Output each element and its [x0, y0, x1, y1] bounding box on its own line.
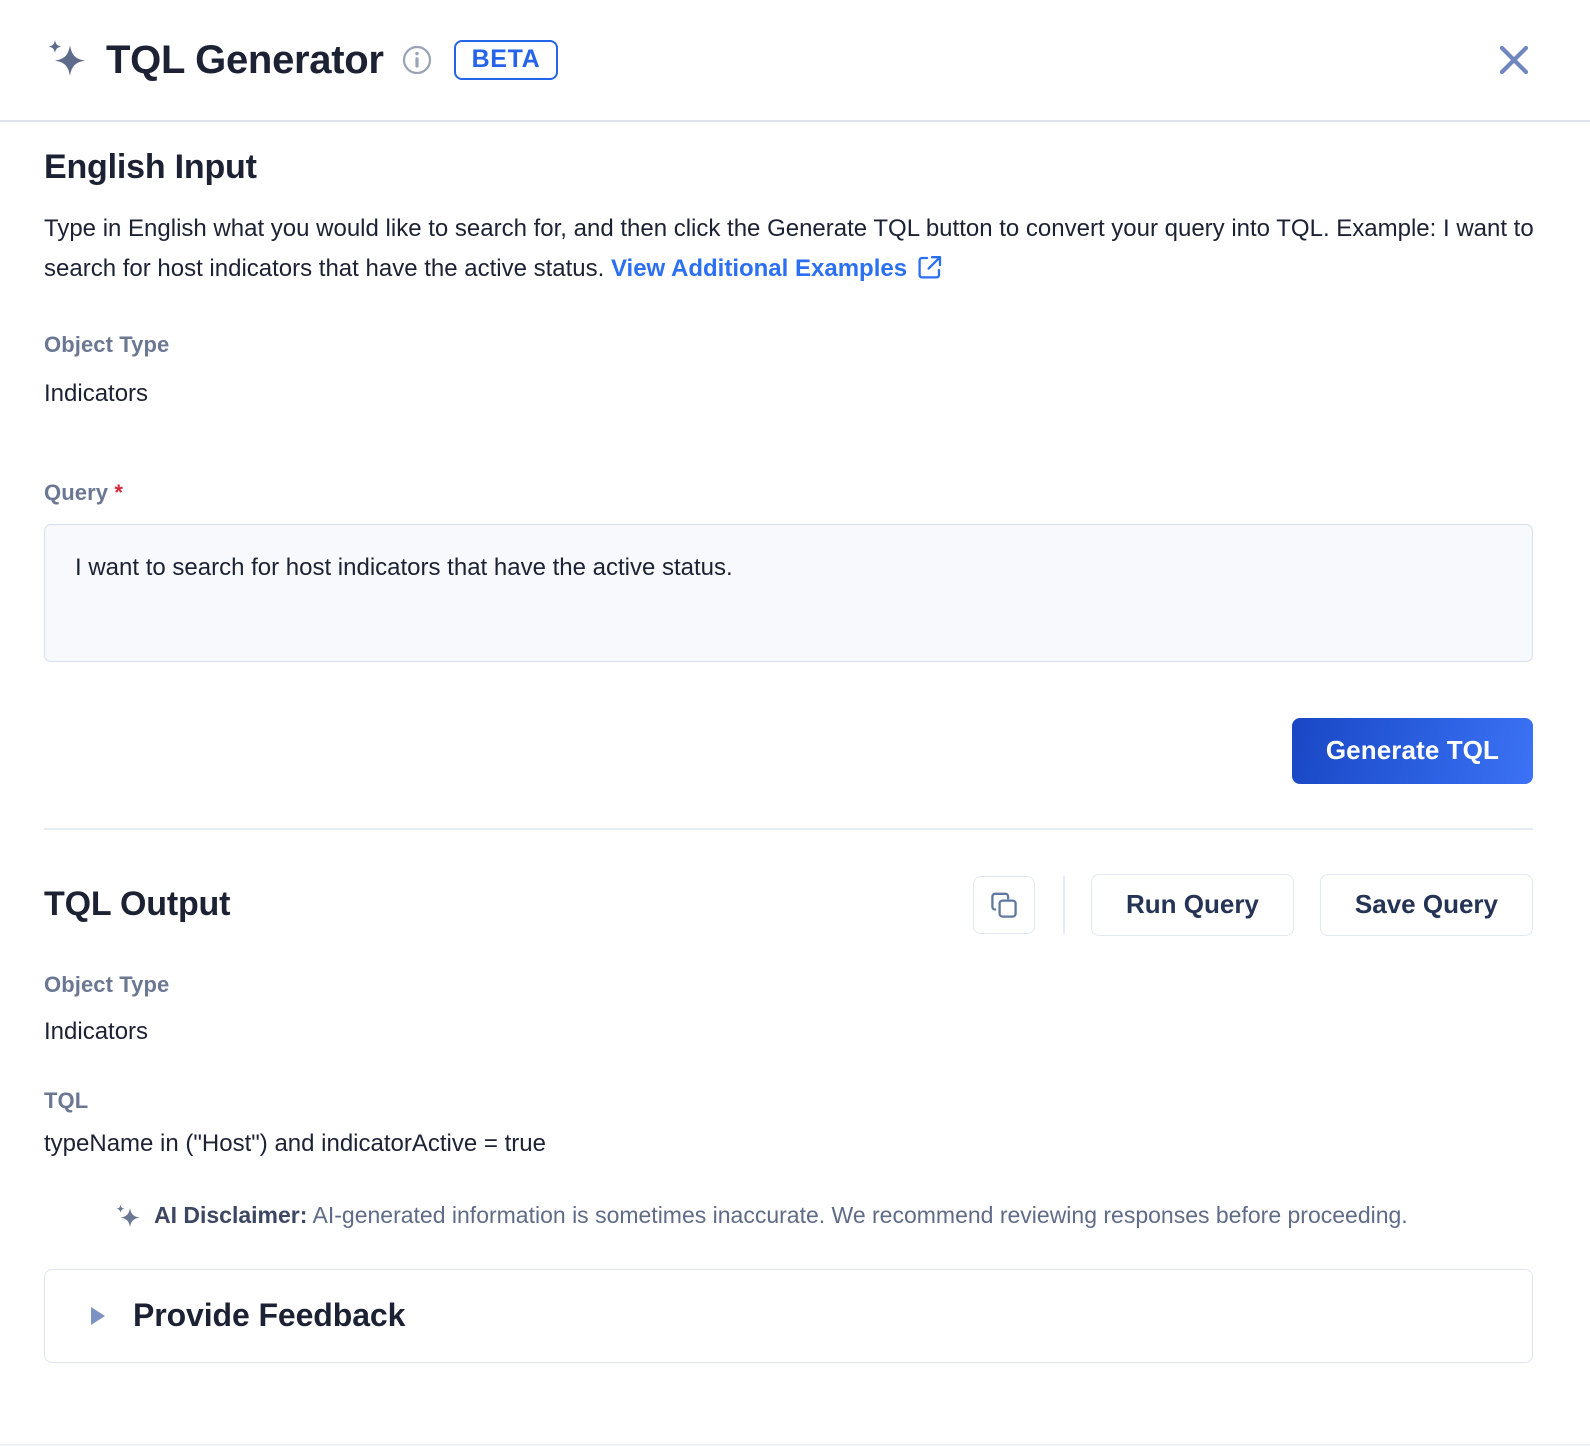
provide-feedback-label: Provide Feedback [133, 1297, 406, 1334]
query-label: Query * [44, 480, 1534, 506]
save-query-button[interactable]: Save Query [1319, 873, 1533, 936]
page-title: TQL Generator [106, 38, 384, 82]
output-object-type-value: Indicators [44, 1017, 149, 1045]
generate-button-row: Generate TQL [44, 717, 1533, 784]
tql-output-heading: TQL Output [44, 885, 231, 924]
english-input-heading: English Input [44, 148, 257, 186]
required-marker: * [114, 479, 123, 505]
query-input[interactable] [44, 523, 1533, 662]
tql-label: TQL [44, 1087, 89, 1113]
generate-tql-button[interactable]: Generate TQL [1291, 717, 1533, 784]
input-object-type-value: Indicators [44, 379, 149, 407]
copy-button[interactable] [972, 875, 1035, 934]
close-icon [1499, 45, 1529, 75]
run-query-button[interactable]: Run Query [1090, 873, 1294, 936]
ai-disclaimer-title: AI Disclaimer: [154, 1201, 308, 1228]
close-button[interactable] [1488, 34, 1540, 86]
sparkle-icon [48, 40, 85, 76]
status-badge: BETA [453, 39, 559, 81]
ai-disclaimer-body: AI-generated information is sometimes in… [307, 1201, 1408, 1228]
modal-body: English Input Type in English what you w… [0, 122, 1590, 1363]
section-divider [44, 827, 1533, 830]
output-object-type-label: Object Type [44, 971, 170, 997]
info-circle-icon[interactable] [402, 45, 432, 75]
sparkle-icon [116, 1204, 140, 1227]
english-input-description: Type in English what you would like to s… [44, 209, 1534, 290]
input-object-type-label: Object Type [44, 331, 170, 357]
modal-header: TQL Generator BETA [0, 0, 1590, 122]
external-link-icon[interactable] [917, 254, 943, 280]
toolbar-divider [1062, 875, 1065, 934]
tql-output-header: TQL Output Run Query Save Query [44, 873, 1533, 936]
query-label-text: Query [44, 479, 109, 505]
ai-disclaimer-text: AI Disclaimer: AI-generated information … [154, 1200, 1408, 1231]
query-field-group: Query * [44, 480, 1534, 662]
ai-disclaimer: AI Disclaimer: AI-generated information … [44, 1200, 1533, 1231]
caret-right-icon [91, 1306, 105, 1325]
provide-feedback-accordion[interactable]: Provide Feedback [44, 1268, 1533, 1363]
view-additional-examples-link[interactable]: View Additional Examples [611, 255, 907, 282]
copy-icon [991, 892, 1017, 918]
header-left-group: TQL Generator BETA [44, 39, 1488, 81]
tql-generator-modal: TQL Generator BETA English Input Type in… [0, 0, 1590, 1446]
tql-expression-value: typeName in ("Host") and indicatorActive… [44, 1129, 546, 1157]
